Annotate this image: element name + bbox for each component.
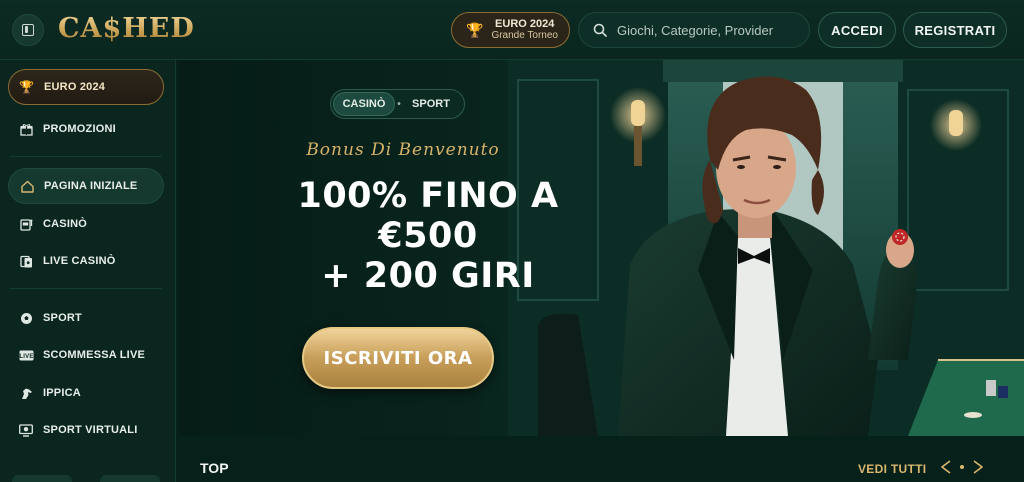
sidebar-item-euro-2024[interactable]: 🏆 EURO 2024 xyxy=(8,69,164,105)
headline-line: €500 xyxy=(378,216,478,256)
tournament-subtitle: Grande Torneo xyxy=(491,29,558,41)
sidebar-toggle-button[interactable] xyxy=(12,14,44,46)
product-toggle: CASINÒ • SPORT xyxy=(330,89,465,119)
chevron-right-icon[interactable] xyxy=(968,458,986,476)
sidebar-item-ippica[interactable]: IPPICA xyxy=(8,375,164,411)
sidebar-item-label: LIVE CASINÒ xyxy=(43,255,116,267)
gift-icon xyxy=(18,123,34,136)
hero-banner: CASINÒ • SPORT Bonus Di Benvenuto 100% F… xyxy=(178,60,1024,436)
search-icon xyxy=(593,23,607,37)
sidebar-item-live-betting[interactable]: LIVE SCOMMESSA LIVE xyxy=(8,337,164,373)
virtual-sport-icon xyxy=(18,423,34,437)
sidebar-divider xyxy=(10,156,162,157)
slot-machine-icon xyxy=(18,218,34,231)
sidebar-footer-button[interactable] xyxy=(100,475,160,482)
cards-icon xyxy=(18,255,34,268)
soccer-ball-icon xyxy=(18,312,34,325)
sidebar-item-virtual-sports[interactable]: SPORT VIRTUALI xyxy=(8,412,164,448)
horse-icon xyxy=(18,387,34,400)
login-button[interactable]: ACCEDI xyxy=(818,12,896,48)
live-badge-icon: LIVE xyxy=(18,350,34,361)
sidebar-item-promozioni[interactable]: PROMOZIONI xyxy=(8,111,164,147)
top-header: CA$HED 🏆 EURO 2024 Grande Torneo ACCEDI … xyxy=(0,0,1024,60)
sidebar-item-label: PAGINA INIZIALE xyxy=(44,180,138,192)
carousel-dot xyxy=(960,465,964,469)
see-all-link[interactable]: VEDI TUTTI xyxy=(858,462,926,476)
headline-line: 100% FINO A xyxy=(297,176,559,216)
sidebar-item-label: SCOMMESSA LIVE xyxy=(43,349,146,361)
sidebar-item-sport[interactable]: SPORT xyxy=(8,300,164,336)
sidebar-toggle-icon xyxy=(22,24,34,36)
tournament-title: EURO 2024 xyxy=(495,17,555,30)
tab-sport[interactable]: SPORT xyxy=(403,92,459,116)
sidebar-item-label: PROMOZIONI xyxy=(43,123,116,135)
welcome-bonus-subtitle: Bonus Di Benvenuto xyxy=(306,140,500,160)
tab-casino[interactable]: CASINÒ xyxy=(333,92,395,116)
search-input[interactable] xyxy=(617,22,797,38)
signup-cta-button[interactable]: ISCRIVITI ORA xyxy=(302,327,494,389)
sidebar-item-live-casino[interactable]: LIVE CASINÒ xyxy=(8,243,164,279)
sidebar-item-casino[interactable]: CASINÒ xyxy=(8,206,164,242)
separator-dot-icon: • xyxy=(397,98,401,110)
svg-text:LIVE: LIVE xyxy=(19,354,33,360)
headline-line: + 200 GIRI xyxy=(321,256,535,296)
sidebar-item-label: SPORT VIRTUALI xyxy=(43,424,138,436)
chevron-left-icon[interactable] xyxy=(938,458,956,476)
euro-2024-tournament-button[interactable]: 🏆 EURO 2024 Grande Torneo xyxy=(451,12,570,48)
sidebar-item-home[interactable]: PAGINA INIZIALE xyxy=(8,168,164,204)
sidebar-footer-button[interactable] xyxy=(12,475,72,482)
home-icon xyxy=(19,180,35,193)
sidebar-item-label: EURO 2024 xyxy=(44,81,106,93)
logo[interactable]: CA$HED xyxy=(58,13,195,47)
register-button[interactable]: REGISTRATI xyxy=(903,12,1007,48)
sidebar: 🏆 EURO 2024 PROMOZIONI PAGINA INIZIALE C… xyxy=(0,60,176,482)
search-bar[interactable] xyxy=(578,12,810,48)
sidebar-divider xyxy=(10,288,162,289)
trophy-icon: 🏆 xyxy=(19,80,35,94)
sidebar-item-label: CASINÒ xyxy=(43,218,87,230)
sidebar-item-label: IPPICA xyxy=(43,387,81,399)
carousel-nav xyxy=(938,458,986,476)
trophy-icon: 🏆 xyxy=(466,21,484,38)
bonus-headline: 100% FINO A €500 + 200 GIRI xyxy=(236,176,620,296)
sidebar-item-label: SPORT xyxy=(43,312,82,324)
section-title: TOP xyxy=(200,460,229,476)
